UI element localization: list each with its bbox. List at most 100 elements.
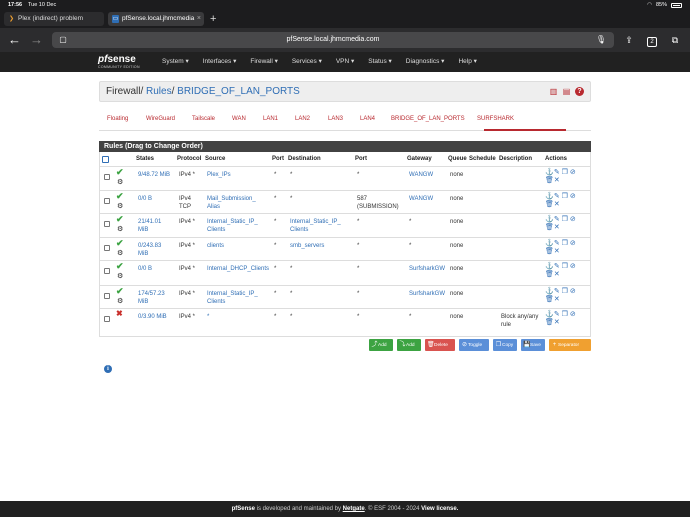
gateway[interactable]: WANGW xyxy=(409,195,433,203)
menu-item[interactable]: Help ▾ xyxy=(451,52,483,72)
pass-icon[interactable]: ✔ xyxy=(116,262,124,271)
menu-item[interactable]: Firewall ▾ xyxy=(243,52,284,72)
delete-icon[interactable]: ✕ xyxy=(553,296,561,304)
source-link[interactable]: clients xyxy=(207,242,224,250)
select-all-checkbox[interactable] xyxy=(102,156,109,163)
delete-icon[interactable]: ✕ xyxy=(553,248,561,256)
disable-icon[interactable]: ⊘ xyxy=(569,240,577,248)
copy-icon[interactable]: ❐ xyxy=(561,240,569,248)
tab-lan2[interactable]: LAN2 xyxy=(295,116,310,122)
gear-icon[interactable]: ⚙ xyxy=(117,273,123,280)
trash-icon[interactable]: 🗑 xyxy=(545,319,554,327)
states-link[interactable]: 174/57.23 MiB xyxy=(138,290,165,306)
copy-icon[interactable]: ❐ xyxy=(561,216,569,224)
delete-icon[interactable]: ✕ xyxy=(553,201,561,209)
source-link[interactable]: Internal_DHCP_Clients xyxy=(207,265,269,273)
gear-icon[interactable]: ⚙ xyxy=(117,250,123,257)
trash-icon[interactable]: 🗑 xyxy=(545,248,554,256)
disable-icon[interactable]: ⊘ xyxy=(569,263,577,271)
trash-icon[interactable]: 🗑 xyxy=(545,177,554,185)
list-icon[interactable]: ▤ xyxy=(562,87,571,96)
anchor-icon[interactable]: ⚓ xyxy=(545,169,554,177)
trash-icon[interactable]: 🗑 xyxy=(545,224,554,232)
disable-icon[interactable]: ⊘ xyxy=(569,193,577,201)
disable-icon[interactable]: ⊘ xyxy=(569,288,577,296)
add-top-button[interactable]: ⤴Add xyxy=(369,339,393,351)
tab-lan3[interactable]: LAN3 xyxy=(328,116,343,122)
menu-item[interactable]: Services ▾ xyxy=(285,52,329,72)
help-icon[interactable]: ? xyxy=(575,87,584,96)
table-row[interactable] xyxy=(100,285,590,308)
copy-icon[interactable]: ❐ xyxy=(561,193,569,201)
close-icon[interactable]: × xyxy=(197,12,201,26)
browser-tab-pfsense[interactable]: ▭ pfSense.local.jhmcmedia × xyxy=(108,12,204,26)
states-link[interactable]: 0/243.83 MiB xyxy=(138,242,161,258)
pass-icon[interactable]: ✔ xyxy=(116,239,124,248)
delete-icon[interactable]: ✕ xyxy=(553,319,561,327)
pencil-icon[interactable]: ✎ xyxy=(553,169,561,177)
states-link[interactable]: 0/0 B xyxy=(138,265,152,273)
anchor-icon[interactable]: ⚓ xyxy=(545,311,554,319)
share-icon[interactable]: ⇪ xyxy=(622,32,636,48)
add-bottom-button[interactable]: ⤵Add xyxy=(397,339,421,351)
copy-icon[interactable]: ❐ xyxy=(561,263,569,271)
chart-icon[interactable]: ▥ xyxy=(549,87,558,96)
copy-icon[interactable]: ❐ xyxy=(561,169,569,177)
source-link[interactable]: Internal_Static_IP_ Clients xyxy=(207,218,258,234)
anchor-icon[interactable]: ⚓ xyxy=(545,263,554,271)
toggle-button[interactable]: ⊘Toggle xyxy=(459,339,489,351)
tab-overview-button[interactable]: 2 xyxy=(645,32,659,48)
pfsense-logo[interactable]: pfsense xyxy=(98,55,136,65)
states-link[interactable]: 0/3.90 MiB xyxy=(138,313,167,321)
row-checkbox[interactable] xyxy=(104,245,110,251)
anchor-icon[interactable]: ⚓ xyxy=(545,240,554,248)
anchor-icon[interactable]: ⚓ xyxy=(545,193,554,201)
gateway[interactable]: SurfsharkGW xyxy=(409,265,445,273)
pass-icon[interactable]: ✔ xyxy=(116,192,124,201)
breadcrumb-rules[interactable]: Rules xyxy=(146,86,172,97)
copy-button[interactable]: ❐Copy xyxy=(493,339,517,351)
menu-item[interactable]: Diagnostics ▾ xyxy=(399,52,452,72)
menu-item[interactable]: VPN ▾ xyxy=(329,52,361,72)
table-row[interactable] xyxy=(100,213,590,237)
forward-arrow-icon[interactable]: → xyxy=(30,32,43,48)
back-arrow-icon[interactable]: ← xyxy=(8,32,21,48)
table-row[interactable] xyxy=(100,190,590,213)
row-checkbox[interactable] xyxy=(104,316,110,322)
footer-license-link[interactable]: View license. xyxy=(421,506,458,512)
copy-icon[interactable]: ❐ xyxy=(561,288,569,296)
tab-wireguard[interactable]: WireGuard xyxy=(146,116,175,122)
tab-surfshark[interactable]: SURFSHARK xyxy=(477,116,514,122)
gear-icon[interactable]: ⚙ xyxy=(117,179,123,186)
source-link[interactable]: Internal_Static_IP_ Clients xyxy=(207,290,258,306)
page-settings-icon[interactable]: ▢ xyxy=(58,32,68,48)
menu-item[interactable]: Interfaces ▾ xyxy=(196,52,244,72)
table-row[interactable] xyxy=(100,260,590,285)
tab-lan1[interactable]: LAN1 xyxy=(263,116,278,122)
browser-tab-plex[interactable]: ❯ Plex (indirect) problem xyxy=(4,12,104,26)
destination[interactable]: Internal_Static_IP_ Clients xyxy=(290,218,341,234)
table-row[interactable] xyxy=(100,237,590,260)
trash-icon[interactable]: 🗑 xyxy=(545,271,554,279)
table-row[interactable] xyxy=(100,166,590,190)
pass-icon[interactable]: ✔ xyxy=(116,168,124,177)
source-link[interactable]: Plex_IPs xyxy=(207,171,231,179)
gear-icon[interactable]: ⚙ xyxy=(117,226,123,233)
pass-icon[interactable]: ✔ xyxy=(116,287,124,296)
pencil-icon[interactable]: ✎ xyxy=(553,240,561,248)
gateway[interactable]: SurfsharkGW xyxy=(409,290,445,298)
delete-icon[interactable]: ✕ xyxy=(553,271,561,279)
block-icon[interactable]: ✖ xyxy=(116,310,123,318)
source-link[interactable]: * xyxy=(207,313,209,321)
row-checkbox[interactable] xyxy=(104,293,110,299)
copy-icon[interactable]: ❐ xyxy=(561,311,569,319)
footer-netgate-link[interactable]: Netgate xyxy=(343,506,365,512)
delete-icon[interactable]: ✕ xyxy=(553,177,561,185)
new-tab-button[interactable]: + xyxy=(210,12,216,26)
gear-icon[interactable]: ⚙ xyxy=(117,298,123,305)
tab-tailscale[interactable]: Tailscale xyxy=(192,116,215,122)
states-link[interactable]: 0/0 B xyxy=(138,195,152,203)
disable-icon[interactable]: ⊘ xyxy=(569,216,577,224)
disable-icon[interactable]: ⊘ xyxy=(569,311,577,319)
states-link[interactable]: 9/48.72 MiB xyxy=(138,171,170,179)
